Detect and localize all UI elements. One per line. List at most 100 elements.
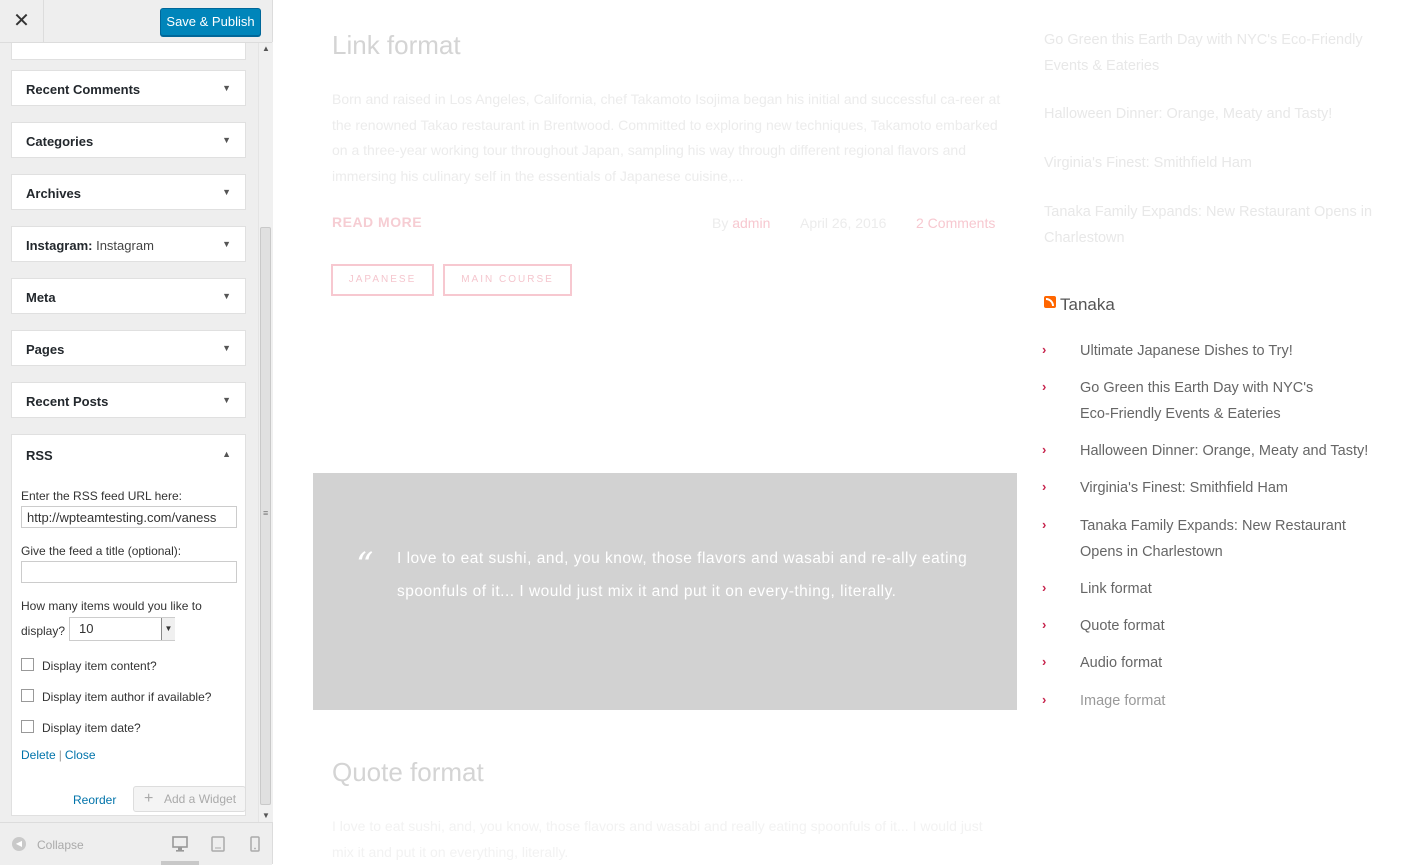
expand-arrow-icon[interactable]: ▼ — [222, 291, 231, 301]
show-author-option[interactable]: Display item author if available? — [21, 689, 211, 704]
scroll-down-icon[interactable]: ▼ — [262, 811, 270, 820]
checkbox-label: Display item author if available? — [42, 690, 212, 704]
recent-post-link[interactable]: Go Green this Earth Day with NYC's Eco-F… — [1044, 28, 1384, 79]
show-date-option[interactable]: Display item date? — [21, 720, 141, 735]
collapse-arrow-icon[interactable]: ▲ — [222, 449, 231, 459]
widget-title: Categories — [26, 134, 94, 149]
separator: | — [58, 748, 62, 762]
checkbox-label: Display item content? — [42, 659, 157, 673]
rss-item-link[interactable]: Image format — [1080, 689, 1380, 715]
post-excerpt: I love to eat sushi, and, you know, thos… — [332, 818, 983, 860]
collapse-label[interactable]: Collapse — [37, 838, 84, 852]
quote-text: I love to eat sushi, and, you know, thos… — [397, 550, 968, 600]
widget-title: Recent Posts — [26, 394, 109, 409]
save-publish-button[interactable]: Save & Publish — [160, 8, 261, 36]
author-link[interactable]: admin — [732, 215, 770, 231]
reorder-link[interactable]: Reorder — [73, 793, 116, 807]
chevron-right-icon: › — [1042, 379, 1047, 394]
expand-arrow-icon[interactable]: ▼ — [222, 135, 231, 145]
tag-main-course[interactable]: MAIN COURSE — [443, 264, 572, 296]
rss-item-link[interactable]: Ultimate Japanese Dishes to Try! — [1080, 339, 1380, 365]
plus-icon: + — [144, 790, 154, 807]
widget-actions: Delete | Close — [21, 748, 96, 762]
widget-title: Pages — [26, 342, 65, 357]
recent-post-link[interactable]: Halloween Dinner: Orange, Meaty and Tast… — [1044, 102, 1384, 128]
widget-meta[interactable]: Meta ▼ — [11, 278, 246, 314]
chevron-right-icon: › — [1042, 692, 1047, 707]
customizer-header: ✕ Save & Publish — [0, 0, 272, 43]
rss-item-link[interactable]: Virginia's Finest: Smithfield Ham — [1080, 476, 1380, 502]
rss-widget-title[interactable]: Tanaka — [1044, 295, 1115, 315]
show-content-option[interactable]: Display item content? — [21, 658, 157, 673]
expand-arrow-icon[interactable]: ▼ — [222, 239, 231, 249]
checkbox[interactable] — [21, 720, 34, 733]
widget-archives[interactable]: Archives ▼ — [11, 174, 246, 210]
checkbox[interactable] — [21, 689, 34, 702]
post-date: April 26, 2016 — [800, 215, 887, 231]
grip-icon: ≡ — [263, 508, 269, 518]
widget-recent-posts[interactable]: Recent Posts ▼ — [11, 382, 246, 418]
checkbox-label: Display item date? — [42, 721, 141, 735]
close-icon[interactable]: ✕ — [0, 0, 44, 42]
widget-title-sub: Instagram — [96, 238, 154, 253]
quote-block: “ I love to eat sushi, and, you know, th… — [313, 473, 1017, 710]
mobile-preview-icon[interactable] — [247, 835, 263, 853]
widget-instagram[interactable]: Instagram: Instagram ▼ — [11, 226, 246, 262]
expand-arrow-icon[interactable]: ▼ — [222, 343, 231, 353]
rss-item-link[interactable]: Audio format — [1080, 651, 1380, 677]
close-link[interactable]: Close — [65, 748, 96, 762]
read-more-link[interactable]: READ MORE — [332, 214, 422, 230]
scroll-thumb[interactable]: ≡ — [260, 227, 271, 805]
rss-item-link[interactable]: Go Green this Earth Day with NYC's Eco-F… — [1080, 376, 1340, 427]
add-widget-button[interactable]: + Add a Widget — [133, 786, 246, 812]
desktop-preview-icon[interactable] — [172, 835, 188, 853]
expand-arrow-icon[interactable]: ▼ — [222, 395, 231, 405]
expand-arrow-icon[interactable]: ▼ — [222, 187, 231, 197]
rss-item-link[interactable]: Halloween Dinner: Orange, Meaty and Tast… — [1080, 439, 1380, 465]
rss-item-link[interactable]: Quote format — [1080, 614, 1380, 640]
recent-post-link[interactable]: Tanaka Family Expands: New Restaurant Op… — [1044, 200, 1384, 251]
rss-url-label: Enter the RSS feed URL here: — [21, 489, 182, 503]
tag-japanese[interactable]: JAPANESE — [331, 264, 434, 296]
recent-post-link[interactable]: Virginia's Finest: Smithfield Ham — [1044, 151, 1384, 177]
chevron-right-icon: › — [1042, 442, 1047, 457]
by-label: By — [712, 215, 729, 231]
widget-title: Archives — [26, 186, 81, 201]
delete-link[interactable]: Delete — [21, 748, 56, 762]
expand-arrow-icon[interactable]: ▼ — [222, 83, 231, 93]
widget-list[interactable]: Recent Comments ▼ Categories ▼ Archives … — [0, 42, 258, 822]
add-widget-label: Add a Widget — [164, 792, 237, 806]
rss-feed-icon — [1044, 296, 1056, 308]
rss-count-label-2: display? — [21, 624, 66, 638]
widget-title: Instagram: Instagram — [26, 238, 154, 253]
post-title[interactable]: Link format — [332, 30, 461, 61]
widget-recent-comments[interactable]: Recent Comments ▼ — [11, 70, 246, 106]
rss-url-input[interactable]: http://wpteamtesting.com/vaness — [21, 506, 237, 528]
active-device-indicator — [161, 861, 199, 865]
rss-title-label: Give the feed a title (optional): — [21, 544, 182, 558]
rss-item-link[interactable]: Tanaka Family Expands: New Restaurant Op… — [1080, 514, 1365, 565]
checkbox[interactable] — [21, 658, 34, 671]
rss-widget-form: Enter the RSS feed URL here: http://wpte… — [11, 474, 246, 816]
widget-rss[interactable]: RSS ▲ — [11, 434, 246, 475]
widget-categories[interactable]: Categories ▼ — [11, 122, 246, 158]
rss-title-input[interactable] — [21, 561, 237, 583]
site-preview[interactable]: Link format Born and raised in Los Angel… — [273, 0, 1419, 864]
scroll-up-icon[interactable]: ▲ — [262, 44, 270, 53]
rss-item-link[interactable]: Link format — [1080, 577, 1380, 603]
tablet-preview-icon[interactable] — [210, 835, 226, 853]
quote-mark-icon: “ — [356, 545, 374, 585]
select-arrow-icon[interactable]: ▼ — [161, 618, 175, 640]
collapse-icon[interactable]: ◀ — [12, 837, 26, 851]
post-title[interactable]: Quote format — [332, 757, 484, 788]
widget-title: Recent Comments — [26, 82, 141, 97]
widget-title-main: Instagram: — [26, 238, 93, 253]
customizer-footer: ◀ Collapse — [0, 822, 272, 865]
comments-link[interactable]: 2 Comments — [916, 215, 995, 231]
rss-count-select[interactable]: 10 — [69, 617, 175, 641]
widget-partial[interactable] — [11, 42, 246, 60]
widget-pages[interactable]: Pages ▼ — [11, 330, 246, 366]
chevron-right-icon: › — [1042, 342, 1047, 357]
chevron-right-icon: › — [1042, 580, 1047, 595]
sidebar-scrollbar[interactable]: ▲ ≡ ▼ — [258, 42, 273, 822]
